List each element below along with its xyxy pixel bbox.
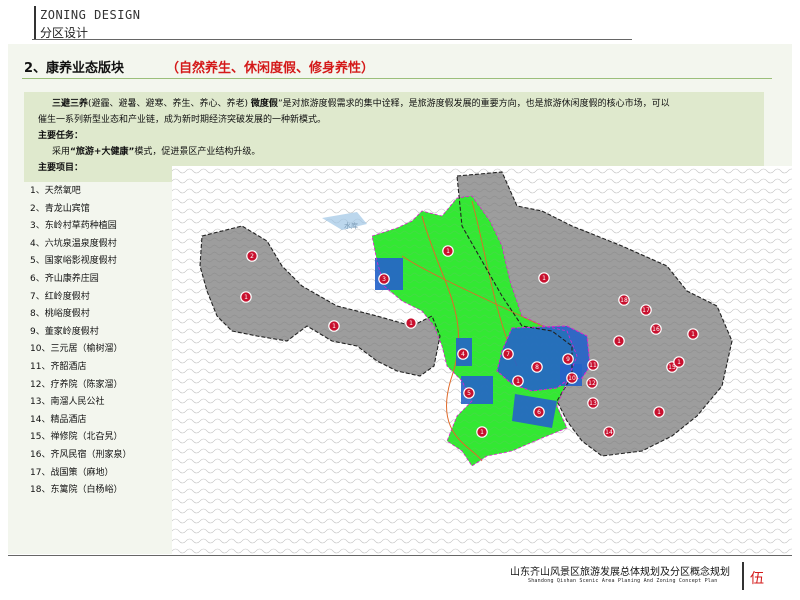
- marker-label: 1: [691, 331, 695, 338]
- map-marker-m12: 12: [586, 377, 598, 389]
- list-item: 9、董家岭度假村: [30, 326, 99, 337]
- map-marker-m10: 10: [566, 372, 578, 384]
- map-marker-m7: 7: [502, 348, 514, 360]
- map-marker-m5: 5: [463, 387, 475, 399]
- page-number: 伍: [750, 571, 764, 587]
- map-marker-m3: 3: [378, 273, 390, 285]
- blue-zone-3: [375, 258, 403, 290]
- map-marker-m6: 6: [533, 406, 545, 418]
- list-item: 6、齐山康养庄园: [30, 273, 99, 284]
- list-item: 5、国家峪影视度假村: [30, 256, 117, 267]
- section-subheading: （自然养生、休闲度假、修身养性）: [166, 61, 375, 76]
- map-marker-m14: 14: [603, 426, 615, 438]
- marker-label: 1: [617, 338, 621, 345]
- map-marker-m1g: 1: [538, 272, 550, 284]
- list-item: 14、精品酒店: [30, 414, 87, 425]
- marker-label: 7: [506, 351, 510, 358]
- marker-label: 1: [244, 294, 248, 301]
- marker-label: 1: [480, 429, 484, 436]
- title-english: ZONING DESIGN: [40, 8, 141, 22]
- marker-label: 16: [652, 326, 660, 333]
- map-marker-m1h: 1: [613, 335, 625, 347]
- marker-label: 6: [537, 409, 541, 416]
- intro-paragraph: 三避三养(避霾、避暑、避寒、养生、养心、养老) 微度假”是对旅游度假需求的集中诠…: [38, 96, 750, 128]
- marker-label: 1: [446, 248, 450, 255]
- marker-label: 1: [409, 320, 413, 327]
- marker-label: 3: [382, 276, 386, 283]
- list-item: 3、东岭村草药种植园: [30, 221, 117, 232]
- section-divider: [22, 78, 772, 79]
- map-marker-m1j: 1: [673, 356, 685, 368]
- intro-keyword: 三避三养: [52, 99, 89, 109]
- map-marker-m1d: 1: [405, 317, 417, 329]
- list-item: 16、齐风民宿（刑家泉）: [30, 449, 132, 460]
- tasks-heading: 主要任务：: [38, 131, 84, 141]
- marker-label: 1: [516, 378, 520, 385]
- list-item: 8、桃峪度假村: [30, 309, 90, 320]
- footer-title-chinese: 山东齐山风景区旅游发展总体规划及分区概念规划: [510, 567, 730, 578]
- list-item: 18、东篱院（白杨峪）: [30, 485, 123, 496]
- map-marker-m1e: 1: [512, 375, 524, 387]
- list-item: 2、青龙山宾馆: [30, 203, 90, 214]
- marker-label: 1: [677, 359, 681, 366]
- map-marker-m1k: 1: [653, 406, 665, 418]
- marker-label: 13: [589, 400, 597, 407]
- list-item: 13、南溜人民公社: [30, 397, 105, 408]
- map-marker-m1i: 1: [687, 328, 699, 340]
- map-marker-m17: 17: [640, 304, 652, 316]
- map-marker-m4: 4: [457, 348, 469, 360]
- footer-divider: [8, 555, 792, 556]
- list-item: 11、齐韶酒店: [30, 361, 87, 372]
- list-item: 10、三元居（榆树溜）: [30, 344, 123, 355]
- list-item: 17、战国策（麻地）: [30, 467, 114, 478]
- intro-body: ”是对旅游度假需求的集中诠释，是旅游度假发展的重要方向，也是旅游休闲度假的核心市…: [277, 99, 670, 109]
- marker-label: 2: [250, 253, 254, 260]
- list-item: 15、禅修院（北旮旯）: [30, 432, 123, 443]
- map-marker-m1b: 1: [328, 320, 340, 332]
- intro-body-2: 催生一系列新型业态和产业链，成为新时期经济突破发展的一种新模式。: [38, 115, 327, 125]
- map-marker-m9: 9: [562, 353, 574, 365]
- zoning-map: 水库 1213114 789101112135161118171611514111: [172, 166, 792, 554]
- map-marker-m2: 2: [246, 250, 258, 262]
- section-heading: 2、康养业态版块: [24, 61, 125, 76]
- project-list: 1、天然氧吧 2、青龙山宾馆 3、东岭村草药种植园 4、六坑泉温泉度假村 5、国…: [30, 183, 131, 500]
- marker-label: 5: [467, 390, 471, 397]
- footer-title-english: Shandong Qishan Scenic Area Planing And …: [528, 578, 718, 584]
- marker-label: 1: [657, 409, 661, 416]
- header: ZONING DESIGN 分区设计: [0, 0, 800, 44]
- marker-label: 1: [542, 275, 546, 282]
- map-marker-m1a: 1: [240, 291, 252, 303]
- marker-label: 1: [332, 323, 336, 330]
- map-marker-m11: 11: [587, 359, 599, 371]
- map-marker-m1c: 1: [442, 245, 454, 257]
- intro-detail: (避霾、避暑、避寒、养生、养心、养老): [88, 99, 249, 109]
- marker-label: 12: [588, 380, 596, 387]
- map-marker-m8: 8: [531, 361, 543, 373]
- marker-label: 14: [605, 429, 613, 436]
- reservoir-label: 水库: [344, 221, 358, 230]
- map-marker-m18: 18: [618, 294, 630, 306]
- header-accent-bar: [34, 6, 36, 40]
- marker-label: 18: [620, 297, 628, 304]
- map-marker-m16: 16: [650, 323, 662, 335]
- footer-accent-bar: [742, 562, 744, 590]
- tasks-text: 采用“旅游+大健康”模式，促进景区产业结构升级。: [52, 147, 261, 157]
- list-item: 12、疗养院（陈家溜）: [30, 379, 123, 390]
- intro-keyword-2: 微度假: [250, 99, 278, 109]
- list-item: 1、天然氧吧: [30, 186, 81, 196]
- marker-label: 10: [568, 375, 576, 382]
- map-marker-m13: 13: [587, 397, 599, 409]
- list-item: 7、红岭度假村: [30, 291, 90, 302]
- marker-label: 8: [535, 364, 539, 371]
- marker-label: 9: [566, 356, 570, 363]
- header-divider: [32, 39, 632, 40]
- marker-label: 4: [461, 351, 465, 358]
- marker-label: 17: [642, 307, 650, 314]
- marker-label: 11: [589, 362, 597, 369]
- list-item: 4、六坑泉温泉度假村: [30, 238, 117, 249]
- map-marker-m1f: 1: [476, 426, 488, 438]
